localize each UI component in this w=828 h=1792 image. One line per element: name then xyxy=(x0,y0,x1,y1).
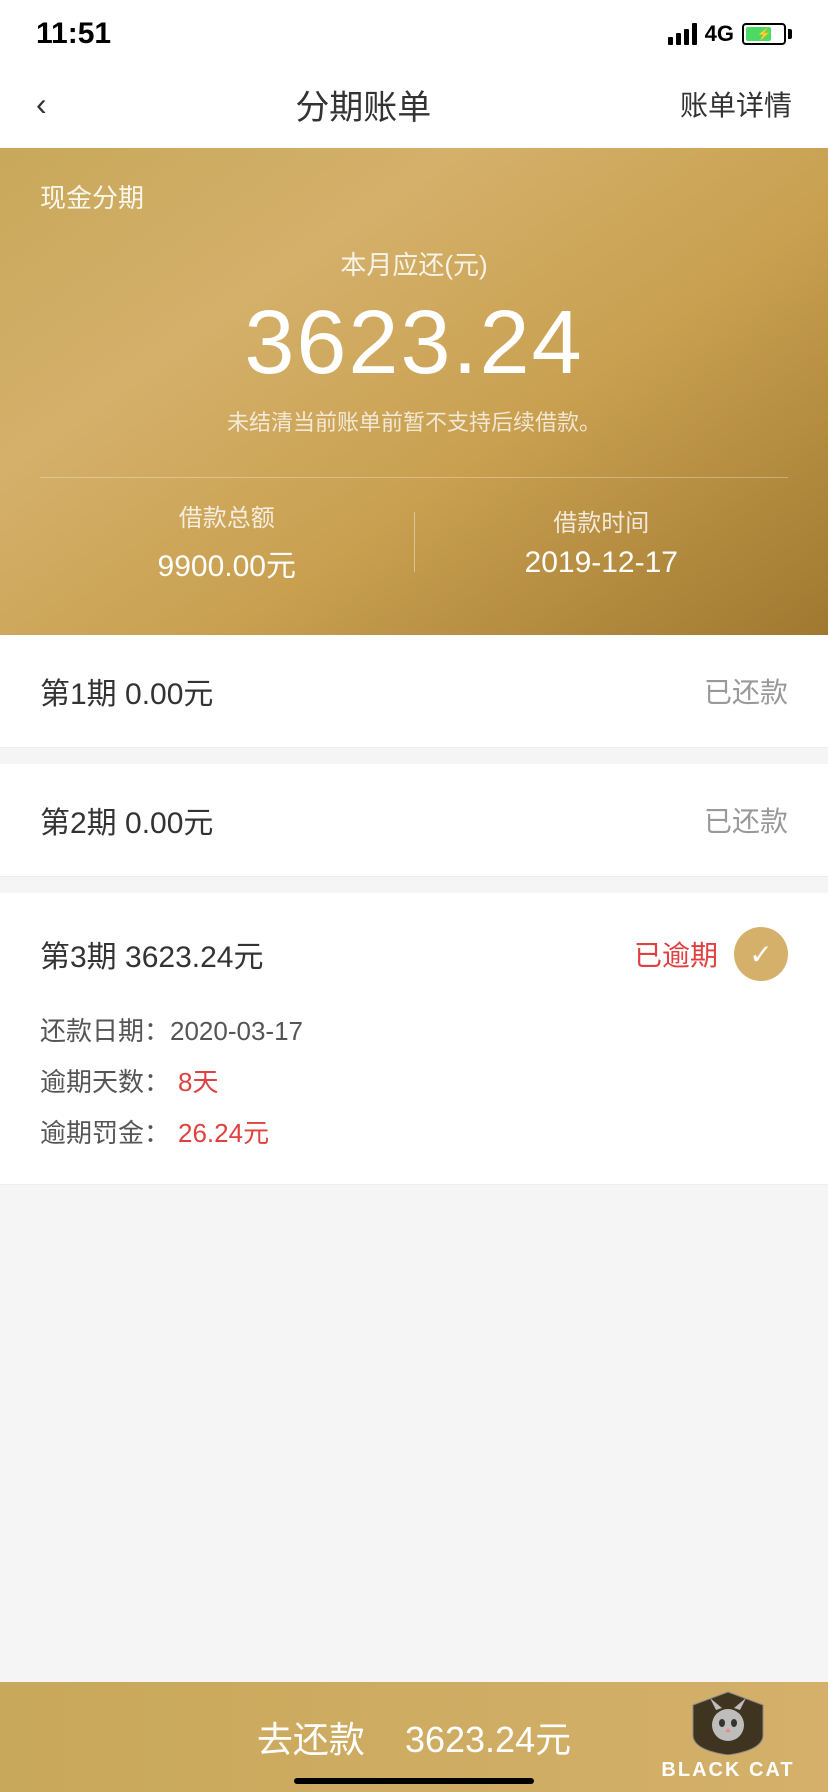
status-time: 11:51 xyxy=(36,17,111,51)
period-3-header: 第3期 3623.24元 已逾期 ✓ xyxy=(40,927,788,981)
period-1-label: 第1期 0.00元 xyxy=(40,669,213,713)
black-cat-watermark: BLACK CAT xyxy=(628,1632,828,1792)
overdue-days-label: 逾期天数： xyxy=(40,1062,170,1099)
amount-label: 本月应还(元) xyxy=(40,245,788,282)
monthly-amount: 3623.24 xyxy=(40,292,788,395)
overdue-days-row: 逾期天数： 8天 xyxy=(40,1062,788,1099)
overdue-fine-row: 逾期罚金： 26.24元 xyxy=(40,1113,788,1150)
battery-icon: ⚡ xyxy=(742,23,792,45)
loan-date-info: 借款时间 2019-12-17 xyxy=(415,503,789,580)
category-label: 现金分期 xyxy=(40,178,788,215)
repay-date-label: 还款日期：2020-03-17 xyxy=(40,1011,303,1048)
period-3-label: 第3期 3623.24元 xyxy=(40,932,263,976)
nav-bar: ‹ 分期账单 账单详情 xyxy=(0,60,828,148)
home-indicator xyxy=(294,1778,534,1784)
separator-2 xyxy=(0,877,828,893)
status-icons: 4G ⚡ xyxy=(668,21,792,47)
network-label: 4G xyxy=(705,21,734,47)
overdue-fine-value: 26.24元 xyxy=(178,1113,269,1150)
detail-link[interactable]: 账单详情 xyxy=(680,84,792,124)
back-button[interactable]: ‹ xyxy=(36,86,47,123)
black-cat-logo-icon xyxy=(688,1690,768,1755)
repay-button-text: 去还款 3623.24元 xyxy=(257,1711,571,1763)
separator-1 xyxy=(0,748,828,764)
period-row-1[interactable]: 第1期 0.00元 已还款 xyxy=(0,635,828,748)
loan-total-value: 9900.00元 xyxy=(40,541,414,585)
signal-icon xyxy=(668,23,697,45)
period-1-status: 已还款 xyxy=(704,671,788,711)
overdue-fine-label: 逾期罚金： xyxy=(40,1113,170,1150)
bottom-bar[interactable]: 去还款 3623.24元 BLACK CAT xyxy=(0,1682,828,1792)
loan-total-info: 借款总额 9900.00元 xyxy=(40,498,414,585)
status-bar: 11:51 4G ⚡ xyxy=(0,0,828,60)
repay-amount: 3623.24元 xyxy=(405,1719,571,1760)
period-row-3[interactable]: 第3期 3623.24元 已逾期 ✓ 还款日期：2020-03-17 逾期天数：… xyxy=(0,893,828,1185)
period-2-label: 第2期 0.00元 xyxy=(40,798,213,842)
page-title: 分期账单 xyxy=(295,80,431,129)
repay-space xyxy=(375,1719,395,1760)
period-3-status: 已逾期 xyxy=(634,934,718,974)
period-3-detail: 还款日期：2020-03-17 逾期天数： 8天 逾期罚金： 26.24元 xyxy=(40,1011,788,1150)
loan-date-value: 2019-12-17 xyxy=(415,546,789,580)
repay-date-row: 还款日期：2020-03-17 xyxy=(40,1011,788,1048)
period-2-status: 已还款 xyxy=(704,800,788,840)
black-cat-label: BLACK CAT xyxy=(661,1759,794,1782)
gray-filler xyxy=(0,1185,828,1585)
overdue-icon: ✓ xyxy=(734,927,788,981)
notice-text: 未结清当前账单前暂不支持后续借款。 xyxy=(40,405,788,437)
repay-label: 去还款 xyxy=(257,1719,365,1760)
header-section: 现金分期 本月应还(元) 3623.24 未结清当前账单前暂不支持后续借款。 借… xyxy=(0,148,828,635)
period-row-2[interactable]: 第2期 0.00元 已还款 xyxy=(0,764,828,877)
header-divider: 借款总额 9900.00元 借款时间 2019-12-17 xyxy=(40,477,788,585)
loan-date-label: 借款时间 xyxy=(415,503,789,538)
loan-total-label: 借款总额 xyxy=(40,498,414,533)
overdue-days-value: 8天 xyxy=(178,1062,218,1099)
period-list: 第1期 0.00元 已还款 第2期 0.00元 已还款 第3期 3623.24元… xyxy=(0,635,828,1185)
